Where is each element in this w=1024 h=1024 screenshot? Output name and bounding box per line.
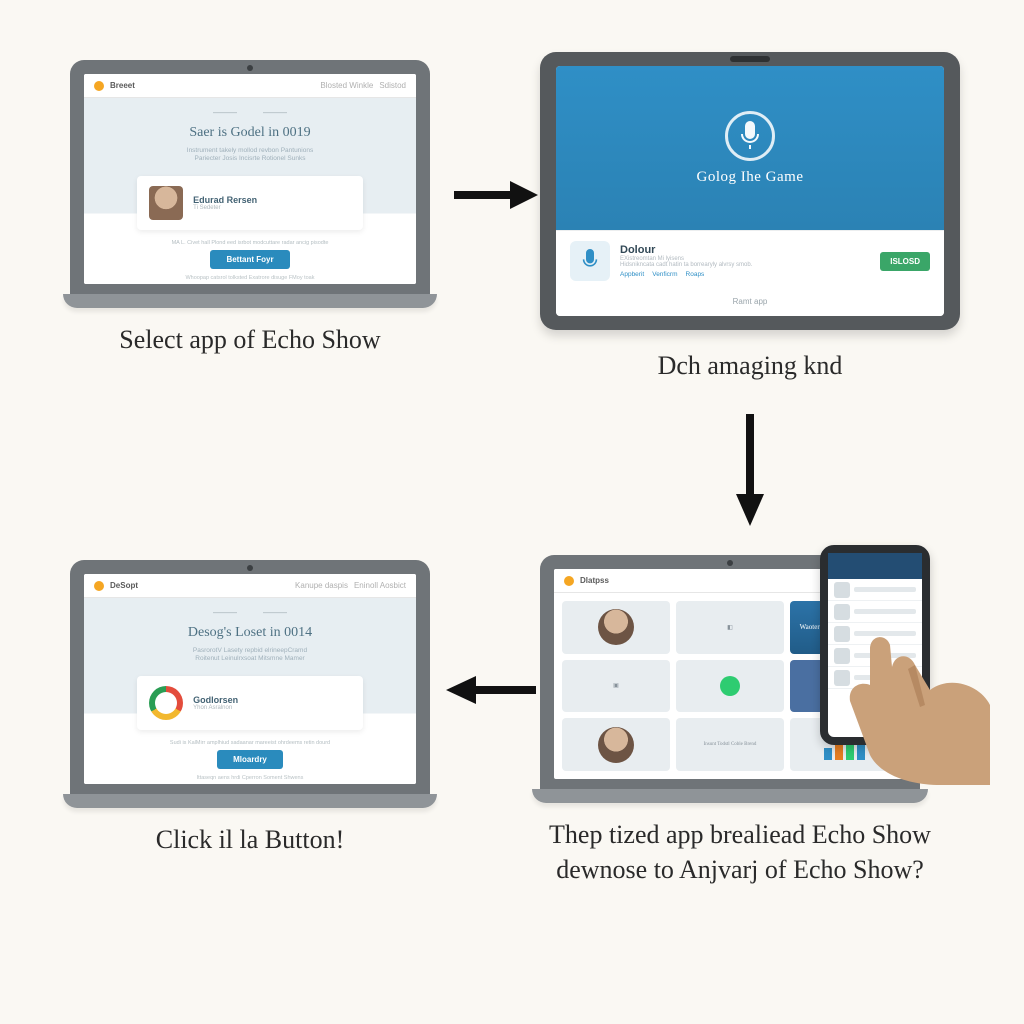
brand-name: Breeet (110, 81, 135, 90)
cta-caption: MA L. Civet hall Plond eed isrbot modcut… (172, 240, 329, 246)
laptop-device: Dlatpss —— —— —— ◧ Waoter Paroloing watt… (540, 555, 920, 803)
page-body: ——— ——— Desog's Loset in 0014 PasrorotV … (84, 598, 416, 784)
camera-dot (727, 560, 733, 566)
primary-button[interactable]: Bettant Foyr (210, 250, 289, 269)
status-dot-icon (720, 676, 740, 696)
profile-role: Ti Sedeter (193, 205, 257, 211)
browser-bar: DeSopt Kanupe daspis Eninoll Aosbict (84, 574, 416, 598)
arrow-down-icon (730, 410, 770, 530)
browser-bar: Dlatpss —— —— —— (554, 569, 906, 593)
laptop-device: DeSopt Kanupe daspis Eninoll Aosbict ———… (70, 560, 430, 808)
profile-card: Edurad Rersen Ti Sedeter (137, 176, 363, 230)
dashboard-tile[interactable] (790, 718, 898, 771)
bar-chart-icon (824, 729, 865, 761)
primary-button[interactable]: Mloardry (217, 750, 283, 769)
page-body: ——— ——— Saer is Godel in 0019 Instrument… (84, 98, 416, 284)
dashboard-tile[interactable] (562, 718, 670, 771)
nav-link[interactable]: —— (858, 576, 874, 585)
brand-dot-icon (94, 581, 104, 591)
page-subtitle: Roitenut Leinulrxsoat Mitsmne Mamer (195, 655, 304, 663)
arrow-left-icon (440, 670, 540, 710)
install-button[interactable]: ISLOSD (880, 252, 930, 271)
step-caption: Click il la Button! (70, 822, 430, 857)
avatar (149, 186, 183, 220)
tablet-camera (730, 56, 770, 62)
arrow-right-icon (450, 175, 540, 215)
step-3: DeSopt Kanupe daspis Eninoll Aosbict ———… (70, 560, 430, 857)
app-listing: Dolour EXistreomtan Mi lyisens Hidsniknc… (556, 230, 944, 291)
nav-link[interactable]: Eninoll Aosbict (354, 581, 406, 590)
dashboard-grid: ◧ Waoter Paroloing watts a Vaues ▣ ◉ ◉ I… (554, 593, 906, 779)
tab[interactable]: ——— (213, 108, 237, 117)
step-caption: Dch amaging knd (540, 348, 960, 383)
brand-name: DeSopt (110, 581, 138, 590)
nav-link[interactable]: —— (880, 576, 896, 585)
microphone-icon (725, 111, 775, 161)
app-hero: Golog Ihe Game (556, 66, 944, 230)
brand-name: Dlatpss (580, 576, 609, 585)
page-subtitle: Instrument takely mollod revbon Pantunio… (187, 147, 313, 155)
hero-title: Golog Ihe Game (697, 169, 804, 186)
dashboard-tile[interactable] (676, 660, 784, 713)
tab[interactable]: ——— (263, 108, 287, 117)
tablet-device: Golog Ihe Game Dolour EXistreomtan Mi ly… (540, 52, 960, 330)
app-name: Dolour (620, 244, 870, 256)
chrome-like-icon (149, 686, 183, 720)
page-subtitle: PasrorotV Lasety repbid elrineepCramd (193, 647, 307, 655)
tab[interactable]: ——— (263, 608, 287, 617)
step-1: Breeet Blosted Winkle Sdistod ——— ——— Sa… (70, 60, 430, 357)
profile-name: Godlorsen (193, 695, 238, 705)
nav-link[interactable]: Kanupe daspis (295, 581, 348, 590)
app-icon (570, 241, 610, 281)
dashboard-tile[interactable]: ▣ (562, 660, 670, 713)
tablet-footer: Ramt app (556, 291, 944, 316)
tile-label: Insunt Todstl Coble Brend (704, 742, 757, 747)
step-caption: Thep tized app brealiead Echo Show dewno… (540, 817, 940, 887)
step-4: Dlatpss —— —— —— ◧ Waoter Paroloing watt… (540, 555, 970, 887)
app-link[interactable]: Roaps (686, 271, 705, 278)
dashboard-tile[interactable]: ◉ ◉ (790, 660, 898, 713)
dashboard-tile[interactable]: Insunt Todstl Coble Brend (676, 718, 784, 771)
app-link[interactable]: Appberit (620, 271, 644, 278)
camera-dot (247, 65, 253, 71)
cta-caption: Sudi is KalMirr amplhiud sadaanar mareei… (170, 740, 330, 746)
footer-text: Whoopap catsrol tolksted Exatrore disuge… (185, 275, 314, 281)
nav-link[interactable]: Sdistod (379, 81, 406, 90)
camera-dot (247, 565, 253, 571)
profile-card: Godlorsen Yhon Asralnon (137, 676, 363, 730)
step-2: Golog Ihe Game Dolour EXistreomtan Mi ly… (540, 52, 960, 383)
dashboard-tile[interactable] (562, 601, 670, 654)
tabs: ——— ——— (213, 108, 287, 117)
browser-bar: Breeet Blosted Winkle Sdistod (84, 74, 416, 98)
profile-role: Yhon Asralnon (193, 705, 238, 711)
page-title: Desog's Loset in 0014 (188, 625, 312, 641)
app-link[interactable]: Venficrm (652, 271, 677, 278)
brand-dot-icon (94, 81, 104, 91)
tab[interactable]: ——— (213, 608, 237, 617)
nav-link[interactable]: Blosted Winkle (320, 81, 373, 90)
page-subtitle: Pariecter Josis Incisrte Rotionel Sunks (195, 155, 306, 163)
avatar-icon (598, 727, 634, 763)
step-caption: Select app of Echo Show (70, 322, 430, 357)
dashboard-hero-tile[interactable]: Waoter Paroloing watts a Vaues (790, 601, 898, 654)
avatar-icon (598, 609, 634, 645)
dashboard-tile[interactable]: ◧ (676, 601, 784, 654)
brand-dot-icon (564, 576, 574, 586)
nav-link[interactable]: —— (836, 576, 852, 585)
profile-name: Edurad Rersen (193, 195, 257, 205)
app-description: Hidsnikncata cadt hatin ta borrearyly al… (620, 262, 870, 268)
laptop-device: Breeet Blosted Winkle Sdistod ——— ——— Sa… (70, 60, 430, 308)
tile-title: Waoter Paroloing watts a Vaues (800, 623, 889, 631)
tabs: ——— ——— (213, 608, 287, 617)
footer-text: Ittaseqn aens hrdi Cperron Soment Shwens (197, 775, 304, 781)
page-title: Saer is Godel in 0019 (189, 125, 310, 141)
